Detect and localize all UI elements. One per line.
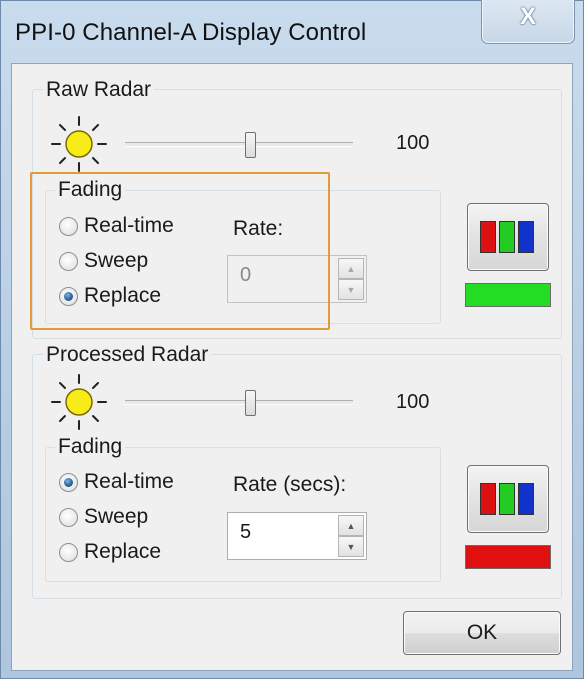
processed-color-swatch	[465, 545, 551, 569]
fading-highlight-box	[30, 172, 330, 330]
processed-rate-label: Rate (secs):	[233, 473, 347, 496]
rgb-bars-icon	[480, 221, 534, 253]
processed-fading-option-label: Replace	[84, 540, 162, 563]
dialog-window: PPI-0 Channel-A Display Control X Raw Ra…	[0, 0, 584, 679]
raw-color-swatch	[465, 283, 551, 307]
close-icon: X	[519, 3, 536, 30]
sun-icon	[51, 116, 107, 172]
raw-rate-up-arrow-icon[interactable]: ▲	[338, 258, 364, 279]
processed-brightness-value: 100	[396, 391, 430, 413]
processed-radar-group-label: Processed Radar	[43, 343, 212, 367]
processed-fading-option-label: Sweep	[84, 505, 149, 528]
raw-brightness-slider-track[interactable]	[125, 142, 353, 147]
window-title: PPI-0 Channel-A Display Control	[15, 19, 367, 46]
processed-fading-option-label: Real-time	[84, 470, 174, 493]
dialog-client-area: Raw Radar 100 Fading Real-time Sweep Rep…	[11, 63, 573, 671]
ok-button[interactable]: OK	[403, 611, 561, 655]
processed-fading-radio-realtime[interactable]	[59, 472, 78, 492]
processed-fading-option-realtime[interactable]: Real-time	[59, 467, 174, 497]
processed-rate-down-arrow-icon[interactable]: ▼	[338, 536, 364, 557]
processed-fading-radio-sweep[interactable]	[59, 507, 78, 527]
raw-color-button[interactable]	[467, 203, 549, 271]
raw-radar-group-label: Raw Radar	[43, 78, 155, 102]
processed-fading-option-replace[interactable]: Replace	[59, 537, 161, 567]
processed-rate-value: 5	[240, 521, 252, 543]
title-bar[interactable]: PPI-0 Channel-A Display Control X	[1, 0, 583, 63]
processed-fading-label: Fading	[55, 435, 126, 459]
sun-icon	[51, 374, 107, 430]
raw-brightness-value: 100	[396, 132, 430, 154]
raw-brightness-slider-thumb[interactable]	[245, 132, 257, 158]
processed-brightness-slider-track[interactable]	[125, 400, 353, 405]
processed-radar-group: Processed Radar 100 Fading Real-time Swe…	[32, 343, 562, 599]
processed-brightness-slider-thumb[interactable]	[245, 390, 257, 416]
close-button[interactable]: X	[481, 0, 575, 44]
processed-fading-radio-replace[interactable]	[59, 542, 78, 562]
rgb-bars-icon	[480, 483, 534, 515]
processed-rate-spinbox[interactable]: 5 ▲ ▼	[227, 512, 367, 560]
processed-color-button[interactable]	[467, 465, 549, 533]
processed-rate-up-arrow-icon[interactable]: ▲	[338, 515, 364, 536]
processed-fading-option-sweep[interactable]: Sweep	[59, 502, 148, 532]
raw-rate-down-arrow-icon[interactable]: ▼	[338, 279, 364, 300]
